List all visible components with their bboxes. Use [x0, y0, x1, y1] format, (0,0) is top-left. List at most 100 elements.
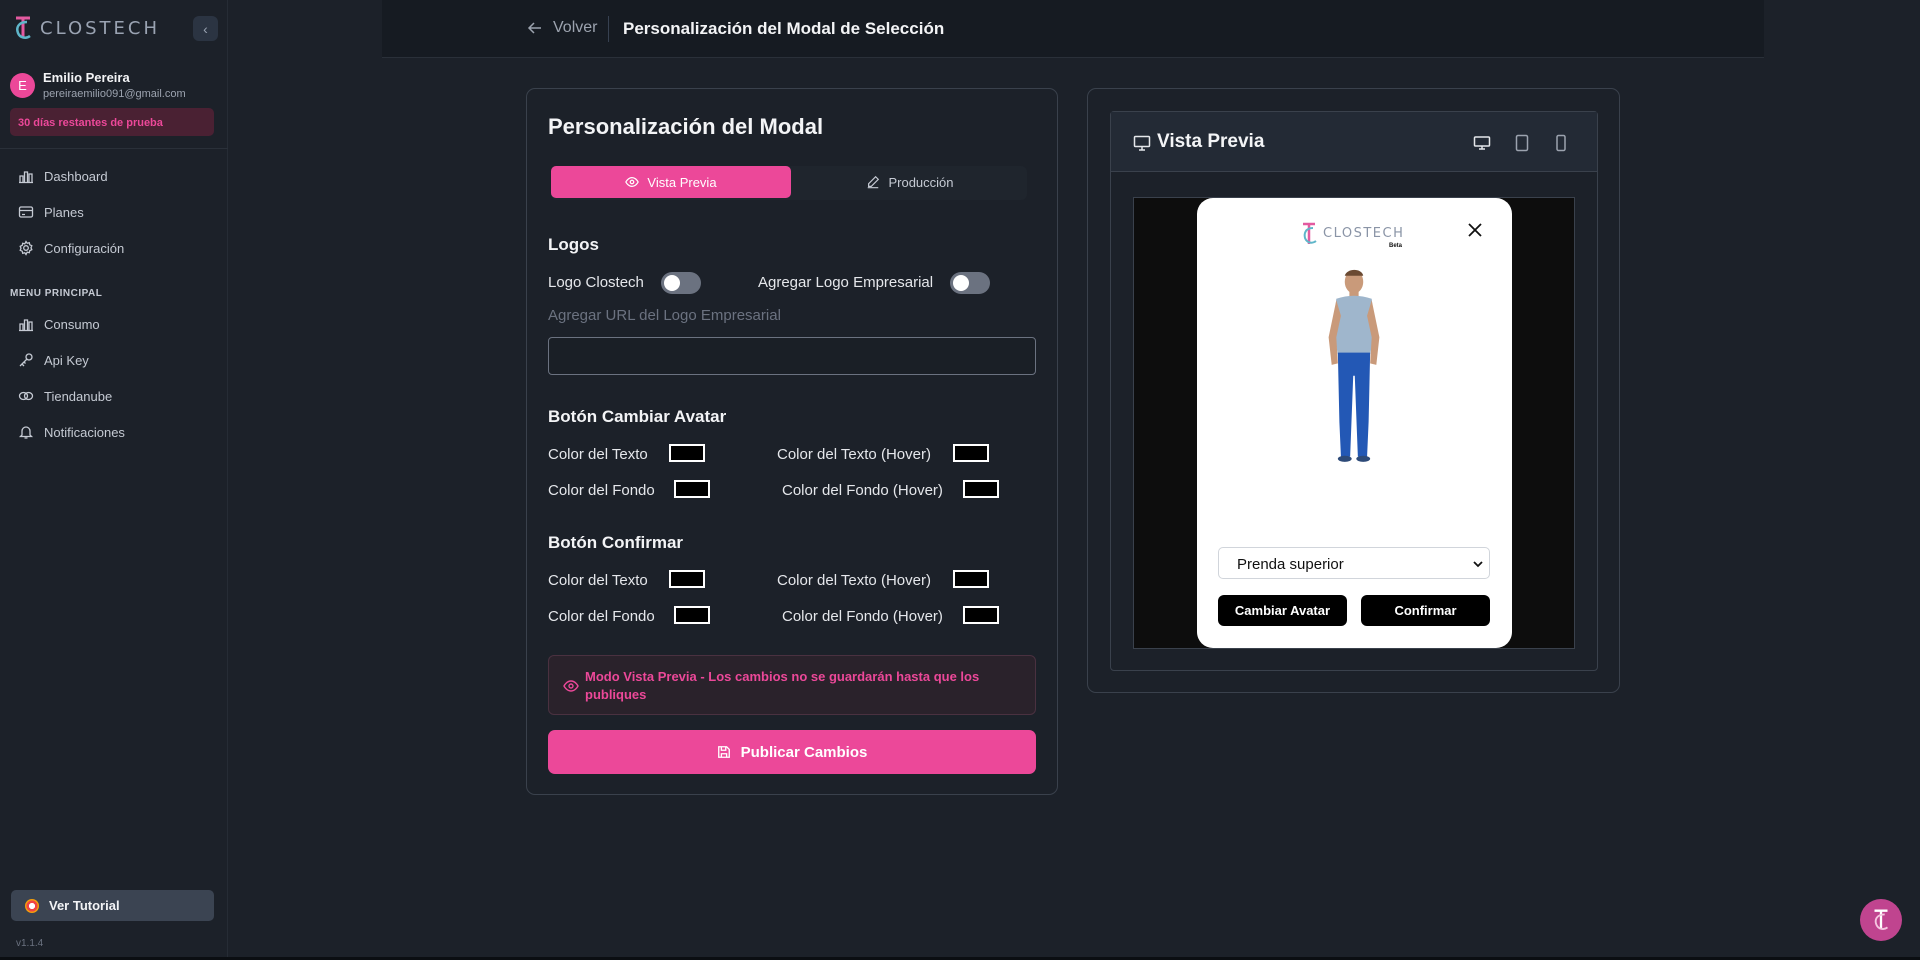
- selection-modal: CLOSTECH Beta Prenda superior Cambiar Av…: [1197, 198, 1512, 648]
- tab-label: Vista Previa: [647, 174, 717, 190]
- sidebar-item-dashboard[interactable]: Dashboard: [18, 168, 108, 184]
- eye-icon: [625, 177, 640, 187]
- brand-logo[interactable]: CLOSTECH: [12, 14, 160, 42]
- credit-card-icon: [18, 206, 34, 218]
- section-heading-change-avatar: Botón Cambiar Avatar: [548, 407, 727, 426]
- modal-logo-text: CLOSTECH: [1323, 226, 1404, 241]
- mode-tabs: Vista Previa Producción: [551, 166, 1027, 200]
- back-label: Volver: [553, 19, 598, 36]
- sidebar-item-label: Dashboard: [44, 168, 108, 184]
- collapse-sidebar-button[interactable]: ‹: [193, 16, 218, 41]
- notice-text: Modo Vista Previa - Los cambios no se gu…: [585, 669, 980, 702]
- clostech-logo-icon: [1874, 909, 1889, 930]
- modal-logo-sub: Beta: [1389, 243, 1403, 249]
- user-profile: E Emilio Pereira pereiraemilio091@gmail.…: [10, 70, 186, 100]
- arrow-left-icon: [527, 22, 541, 34]
- close-icon[interactable]: [1467, 222, 1483, 238]
- bar-chart-icon: [19, 171, 33, 184]
- business-logo-label: Agregar Logo Empresarial: [758, 274, 934, 291]
- bar-chart-icon: [19, 319, 33, 332]
- editor-title: Personalización del Modal: [548, 114, 824, 139]
- sidebar-item-label: Configuración: [44, 240, 125, 256]
- tab-vista-previa[interactable]: Vista Previa: [551, 166, 791, 198]
- section-heading-logos: Logos: [548, 235, 599, 254]
- bg-color-label: Color del Fondo: [548, 482, 655, 499]
- bell-icon: [18, 426, 34, 439]
- monitor-icon: [1133, 135, 1151, 151]
- confirm-bg-color-swatch[interactable]: [674, 606, 710, 624]
- change-avatar-text-color-swatch[interactable]: [669, 444, 705, 462]
- back-button[interactable]: Volver: [527, 19, 597, 37]
- avatar: E: [10, 72, 35, 98]
- top-bar: Volver Personalización del Modal de Sele…: [382, 0, 1764, 58]
- chevron-left-icon: ‹: [203, 20, 208, 37]
- preview-mode-notice: Modo Vista Previa - Los cambios no se gu…: [548, 655, 1036, 715]
- section-heading-confirm: Botón Confirmar: [548, 533, 684, 552]
- logo-url-label: Agregar URL del Logo Empresarial: [548, 307, 781, 324]
- change-avatar-bg-hover-swatch[interactable]: [963, 480, 999, 498]
- save-icon: [717, 746, 730, 758]
- publish-label: Publicar Cambios: [740, 743, 868, 761]
- pencil-icon: [868, 175, 880, 189]
- sidebar-item-label: Planes: [44, 204, 84, 220]
- cloud-icon: [18, 391, 34, 401]
- brand-name: CLOSTECH: [40, 17, 161, 39]
- clostech-logo-icon: [16, 16, 31, 39]
- sidebar-item-consumo[interactable]: Consumo: [18, 316, 100, 332]
- sidebar-item-notificaciones[interactable]: Notificaciones: [18, 424, 125, 440]
- preview-canvas: CLOSTECH Beta Prenda superior Cambiar Av…: [1133, 197, 1575, 649]
- gear-icon: [19, 240, 33, 256]
- confirm-bg-hover-swatch[interactable]: [963, 606, 999, 624]
- eye-icon: [563, 680, 579, 692]
- chevron-down-icon: [1473, 561, 1483, 568]
- text-color-label: Color del Texto: [548, 572, 648, 589]
- divider: [608, 16, 609, 42]
- app-version: v1.1.4: [16, 938, 44, 949]
- page-title: Personalización del Modal de Selección: [623, 19, 945, 38]
- text-hover-color-label: Color del Texto (Hover): [777, 572, 931, 589]
- logo-clostech-label: Logo Clostech: [548, 274, 644, 291]
- logo-clostech-toggle[interactable]: [661, 272, 701, 294]
- trial-badge: 30 días restantes de prueba: [10, 108, 214, 136]
- sidebar-item-api-key[interactable]: Api Key: [18, 352, 89, 368]
- confirm-button[interactable]: Confirmar: [1361, 595, 1490, 626]
- preview-header: Vista Previa: [1111, 112, 1597, 172]
- mobile-view-icon[interactable]: [1552, 134, 1570, 152]
- section-label: MENU PRINCIPAL: [10, 288, 103, 299]
- change-avatar-text-hover-swatch[interactable]: [953, 444, 989, 462]
- text-hover-color-label: Color del Texto (Hover): [777, 446, 931, 463]
- sidebar-item-label: Notificaciones: [44, 424, 125, 440]
- avatar-model-image: [1328, 269, 1380, 462]
- tab-label: Producción: [888, 174, 954, 190]
- business-logo-toggle[interactable]: [950, 272, 990, 294]
- garment-type-select[interactable]: Prenda superior: [1218, 547, 1490, 579]
- clostech-logo: CLOSTECH Beta: [1303, 222, 1404, 249]
- change-avatar-bg-color-swatch[interactable]: [674, 480, 710, 498]
- confirm-text-color-swatch[interactable]: [669, 570, 705, 588]
- logo-url-input[interactable]: [548, 337, 1036, 375]
- modal-editor-panel: Personalización del Modal Vista Previa P…: [526, 88, 1058, 795]
- sidebar-item-tiendanube[interactable]: Tiendanube: [18, 388, 112, 404]
- tablet-view-icon[interactable]: [1513, 134, 1531, 152]
- sidebar-item-planes[interactable]: Planes: [18, 204, 84, 220]
- ver-tutorial-button[interactable]: Ver Tutorial: [11, 890, 214, 921]
- sidebar-item-label: Tiendanube: [44, 388, 113, 404]
- preview-card: Vista Previa CLOSTECH Beta Prenda superi…: [1110, 111, 1598, 671]
- sidebar-item-label: Api Key: [44, 352, 89, 368]
- sidebar-item-configuracion[interactable]: Configuración: [18, 240, 124, 256]
- publish-button[interactable]: Publicar Cambios: [548, 730, 1036, 774]
- bg-hover-color-label: Color del Fondo (Hover): [782, 482, 943, 499]
- tutorial-label: Ver Tutorial: [49, 898, 120, 913]
- bg-color-label: Color del Fondo: [548, 608, 655, 625]
- change-avatar-button[interactable]: Cambiar Avatar: [1218, 595, 1347, 626]
- user-name: Emilio Pereira: [43, 70, 130, 85]
- sidebar-item-label: Consumo: [44, 316, 100, 332]
- confirm-text-hover-swatch[interactable]: [953, 570, 989, 588]
- desktop-view-icon[interactable]: [1473, 134, 1491, 152]
- select-value: Prenda superior: [1237, 556, 1344, 573]
- bg-hover-color-label: Color del Fondo (Hover): [782, 608, 943, 625]
- divider: [0, 148, 228, 149]
- floating-help-button[interactable]: [1860, 899, 1902, 941]
- tab-produccion[interactable]: Producción: [793, 166, 1027, 198]
- preview-panel: Vista Previa CLOSTECH Beta Prenda superi…: [1087, 88, 1620, 693]
